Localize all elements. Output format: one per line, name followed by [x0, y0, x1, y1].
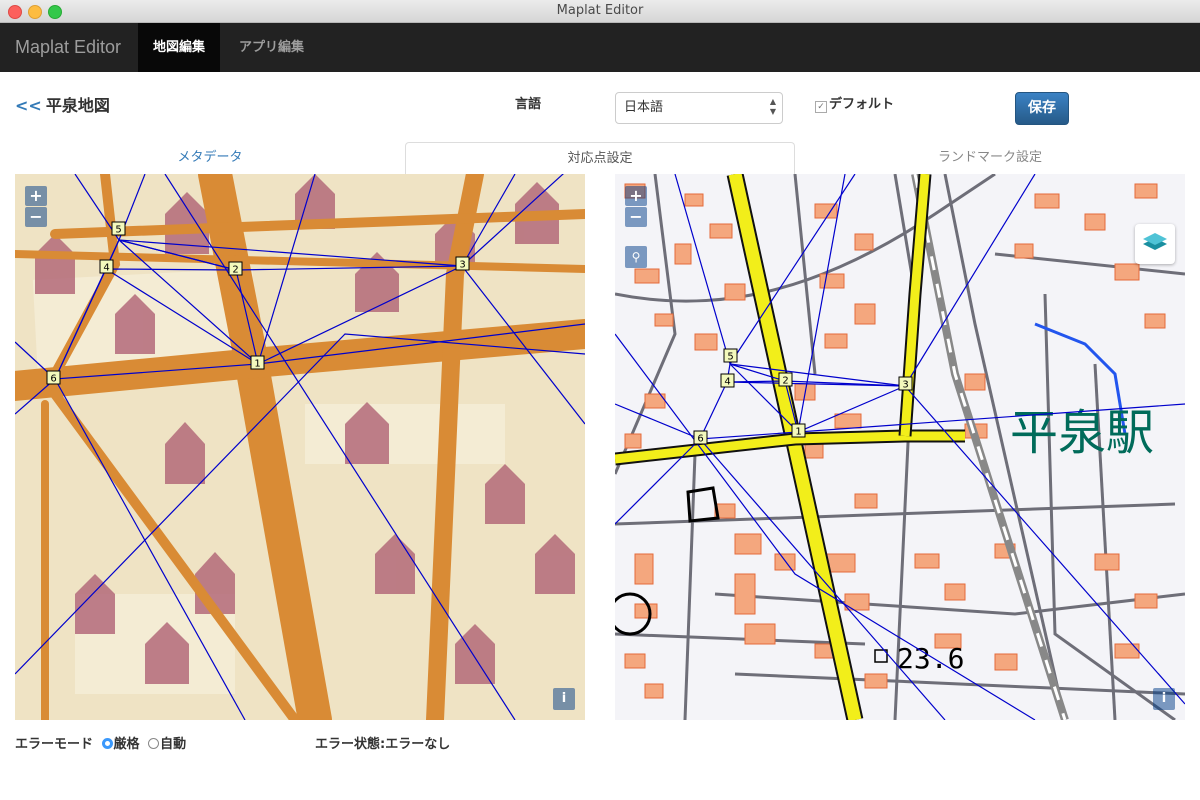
- gcp-base-marker-4[interactable]: 4: [720, 373, 735, 388]
- left-info-button[interactable]: i: [553, 688, 575, 710]
- svg-text:6: 6: [50, 374, 56, 385]
- map-title-heading: << 平泉地図: [15, 92, 110, 116]
- save-button[interactable]: 保存: [1015, 92, 1069, 125]
- gcp-base-marker-2[interactable]: 2: [778, 372, 793, 387]
- gcp-base-marker-5[interactable]: 5: [723, 348, 738, 363]
- svg-text:2: 2: [782, 376, 788, 387]
- nav-tab-map-edit[interactable]: 地図編集: [138, 23, 221, 72]
- language-label: 言語: [515, 97, 542, 112]
- map-title: 平泉地図: [45, 96, 110, 115]
- old-map-viewer[interactable]: 1 2 3 4 5 6 + − i: [15, 174, 585, 720]
- tab-landmark[interactable]: ランドマーク設定: [795, 142, 1185, 174]
- elevation-label: 23.6: [897, 642, 964, 675]
- editor-tabs: メタデータ 対応点設定 ランドマーク設定: [15, 142, 1185, 174]
- language-select[interactable]: 日本語 ▲ ▼: [615, 92, 783, 124]
- mode-auto-label: 自動: [160, 737, 187, 752]
- map-search-icon[interactable]: ⚲: [625, 246, 647, 268]
- gcp-marker-4[interactable]: 4: [99, 259, 114, 274]
- default-checkbox-group[interactable]: ✓ デフォルト: [815, 93, 894, 113]
- app-brand[interactable]: Maplat Editor: [15, 23, 121, 72]
- right-zoom-out-button[interactable]: −: [625, 207, 647, 227]
- right-zoom-in-button[interactable]: +: [625, 186, 647, 206]
- svg-text:5: 5: [727, 352, 733, 363]
- mode-strict-radio[interactable]: [101, 738, 113, 749]
- svg-text:1: 1: [795, 427, 801, 438]
- tab-gcp[interactable]: 対応点設定: [405, 142, 795, 174]
- layers-icon: [1143, 233, 1167, 250]
- gcp-base-marker-3[interactable]: 3: [898, 376, 913, 391]
- gcp-marker-6[interactable]: 6: [46, 370, 61, 385]
- default-checkbox[interactable]: ✓: [815, 101, 827, 113]
- base-map-canvas[interactable]: 平泉駅 23.6 1 2 3 4 5 6: [615, 174, 1185, 720]
- svg-text:3: 3: [459, 260, 465, 271]
- svg-text:4: 4: [724, 377, 730, 388]
- gcp-marker-5[interactable]: 5: [111, 221, 126, 236]
- back-link[interactable]: <<: [15, 96, 42, 115]
- layers-switcher-button[interactable]: [1135, 224, 1175, 264]
- mode-auto-radio[interactable]: [148, 738, 160, 749]
- svg-text:6: 6: [697, 434, 703, 445]
- nav-tab-app-edit[interactable]: アプリ編集: [224, 23, 319, 72]
- svg-text:1: 1: [254, 359, 260, 370]
- gcp-marker-3[interactable]: 3: [455, 256, 470, 271]
- minimize-window-button[interactable]: [28, 5, 42, 19]
- error-status-text: エラー状態:エラーなし: [315, 737, 451, 752]
- gcp-marker-2[interactable]: 2: [228, 261, 243, 276]
- svg-text:4: 4: [103, 263, 109, 274]
- mode-strict-label: 厳格: [113, 737, 140, 752]
- svg-text:2: 2: [232, 265, 238, 276]
- top-navbar: Maplat Editor 地図編集 アプリ編集: [0, 23, 1200, 72]
- gcp-marker-1[interactable]: 1: [250, 355, 265, 370]
- tab-metadata[interactable]: メタデータ: [15, 142, 405, 174]
- svg-text:5: 5: [115, 225, 121, 236]
- old-map-canvas[interactable]: 1 2 3 4 5 6: [15, 174, 585, 720]
- close-window-button[interactable]: [8, 5, 22, 19]
- right-zoom-controls: + −: [625, 186, 647, 228]
- select-arrows-icon: ▲ ▼: [769, 97, 776, 116]
- maximize-window-button[interactable]: [48, 5, 62, 19]
- error-mode-label: エラーモード: [15, 737, 94, 752]
- station-label: 平泉駅: [1010, 405, 1154, 461]
- language-select-value: 日本語: [624, 100, 664, 115]
- svg-text:3: 3: [902, 380, 908, 391]
- base-map-viewer[interactable]: 平泉駅 23.6 1 2 3 4 5 6 + − ⚲ i: [615, 174, 1185, 720]
- left-zoom-out-button[interactable]: −: [25, 207, 47, 227]
- gcp-base-marker-1[interactable]: 1: [791, 423, 806, 438]
- window-title: Maplat Editor: [556, 3, 644, 18]
- error-mode-group: エラーモード 厳格 自動: [15, 733, 186, 752]
- left-zoom-in-button[interactable]: +: [25, 186, 47, 206]
- gcp-base-marker-6[interactable]: 6: [693, 430, 708, 445]
- default-label: デフォルト: [829, 97, 895, 112]
- right-info-button[interactable]: i: [1153, 688, 1175, 710]
- left-zoom-controls: + −: [25, 186, 47, 228]
- window-titlebar: Maplat Editor: [0, 0, 1200, 23]
